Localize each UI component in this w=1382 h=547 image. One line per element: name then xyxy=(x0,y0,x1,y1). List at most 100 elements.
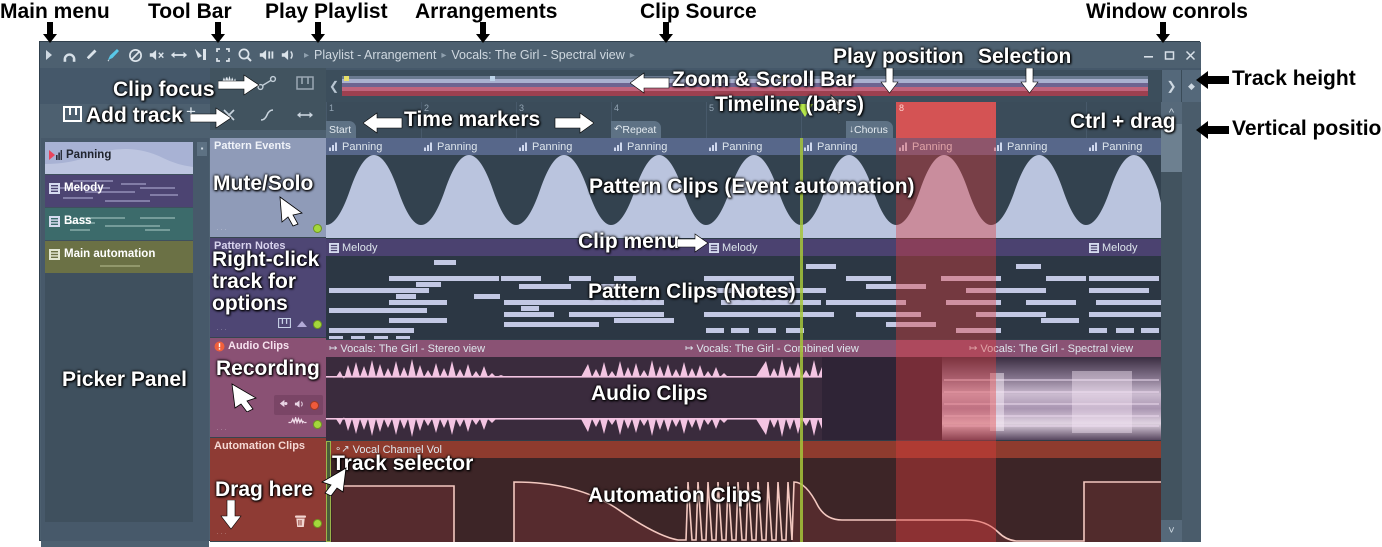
breadcrumb-clip-source[interactable]: Vocals: The Girl - Spectral view xyxy=(451,48,624,62)
breadcrumb-arrangement[interactable]: Playlist - Arrangement xyxy=(314,48,436,62)
track-header-audio-clips[interactable]: Audio Clips ··· xyxy=(210,338,326,438)
clip-header[interactable]: ↦ Vocals: The Girl - Spectral view xyxy=(966,340,1161,357)
track-grip-dots: ··· xyxy=(216,424,228,434)
picker-item-melody[interactable]: Melody xyxy=(45,175,193,207)
clip-header[interactable]: Panning xyxy=(991,138,1086,155)
zoom-magnifier-icon[interactable] xyxy=(234,42,256,68)
mute-solo-led[interactable] xyxy=(313,519,322,528)
close-button[interactable] xyxy=(1180,42,1200,68)
clip-header[interactable]: ↦ Vocals: The Girl - Stereo view xyxy=(326,340,682,357)
picker-resize-handle[interactable]: ▪ xyxy=(197,142,207,156)
maximize-button[interactable] xyxy=(1159,42,1179,68)
clip-header[interactable]: Panning xyxy=(1086,138,1161,155)
mute-solo-led[interactable] xyxy=(313,319,322,329)
track-grip-dots: ··· xyxy=(216,528,228,538)
bar-number: 1 xyxy=(329,103,335,113)
clip-label: Panning xyxy=(722,140,763,153)
automation-bars-icon xyxy=(1089,142,1097,151)
annotation-window-controls: Window conrols xyxy=(1086,0,1248,23)
mute-solo-led[interactable] xyxy=(313,419,322,429)
clip-header[interactable]: Melody xyxy=(1086,239,1161,256)
selected-play-icon xyxy=(49,150,62,160)
clip-header[interactable]: Panning xyxy=(611,138,706,155)
clip-label: Melody xyxy=(722,241,758,254)
magnet-snap-icon[interactable] xyxy=(58,42,80,68)
time-marker-chorus[interactable]: ↓ Chorus xyxy=(846,121,893,138)
draw-pencil-icon[interactable] xyxy=(80,42,102,68)
resize-arrows-icon[interactable] xyxy=(286,100,324,130)
clip-header[interactable]: Panning xyxy=(706,138,801,155)
zoom-bar-right-buttons: ❯ ◆ xyxy=(1161,70,1201,102)
marker-label: Chorus xyxy=(854,123,888,136)
breadcrumb: ▸ Playlist - Arrangement ▸ Vocals: The G… xyxy=(304,48,635,62)
picker-add-button[interactable]: + xyxy=(41,541,209,547)
select-brackets-icon[interactable] xyxy=(212,42,234,68)
play-playlist-icon[interactable] xyxy=(278,42,300,68)
pattern-note-icon xyxy=(49,215,60,227)
paint-brush-icon[interactable] xyxy=(102,42,124,68)
annotation-time-markers: Time markers xyxy=(404,108,541,131)
crumb-sep-icon: ▸ xyxy=(441,49,447,61)
monitor-speaker-icon[interactable] xyxy=(294,396,305,414)
clip-label: Panning xyxy=(532,140,573,153)
time-marker-repeat[interactable]: ↶ Repeat xyxy=(611,121,662,138)
delete-slash-icon[interactable] xyxy=(124,42,146,68)
waveform-icon[interactable] xyxy=(210,68,248,98)
annotation-selection: Selection xyxy=(978,45,1072,68)
waveform-icon[interactable] xyxy=(288,415,307,433)
clip-header[interactable]: Panning xyxy=(896,138,991,155)
clip-header[interactable]: Panning xyxy=(326,138,421,155)
automation-bars-icon xyxy=(709,142,717,151)
lane-audio-clips[interactable]: ↦ Vocals: The Girl - Stereo view ↦ Vocals:… xyxy=(326,340,1161,440)
annotation-arrangements: Arrangements xyxy=(415,0,558,23)
pattern-note-icon xyxy=(1089,242,1099,253)
record-led[interactable] xyxy=(310,400,319,410)
annotation-audio-clips: Audio Clips xyxy=(591,382,708,405)
time-marker-start[interactable]: Start xyxy=(326,121,357,138)
annotation-rc-l2: track for xyxy=(212,270,297,293)
trash-icon[interactable] xyxy=(294,514,307,533)
clip-header[interactable]: ↦ Vocals: The Girl - Combined view xyxy=(682,340,966,357)
record-input-icon[interactable] xyxy=(278,396,289,414)
menu-arrow-icon[interactable] xyxy=(40,42,58,68)
close-x-icon[interactable] xyxy=(210,100,248,130)
minimize-button[interactable] xyxy=(1138,42,1158,68)
pattern-note-icon xyxy=(709,242,719,253)
annotation-automation-clips: Automation Clips xyxy=(588,484,762,507)
clip-label: Panning xyxy=(342,140,383,153)
link-node-icon[interactable] xyxy=(248,68,286,98)
selection-bar-number: 8 xyxy=(899,103,905,113)
slip-arrows-icon[interactable] xyxy=(168,42,190,68)
piano-roll-icon[interactable] xyxy=(286,68,324,98)
vertical-scrollbar-area: ^ ˅ xyxy=(1161,102,1201,542)
track-height-handle[interactable]: ◆ xyxy=(1181,70,1201,102)
timeline-selection[interactable] xyxy=(896,102,996,138)
scroll-down-icon[interactable]: ˅ xyxy=(1161,520,1182,542)
slope-line-icon[interactable] xyxy=(248,100,286,130)
track-grip-dots: ··· xyxy=(216,324,228,334)
playback-speaker-icon[interactable] xyxy=(256,42,278,68)
picker-item-label: Panning xyxy=(66,149,112,161)
collapse-up-icon[interactable] xyxy=(297,315,307,333)
clip-header[interactable]: Melody xyxy=(706,239,1086,256)
picker-item-panning[interactable]: Panning xyxy=(45,142,193,174)
scroll-left-icon[interactable]: ❮ xyxy=(326,70,342,102)
clip-header[interactable]: Panning xyxy=(801,138,896,155)
automation-bars-icon xyxy=(804,142,812,151)
annotation-zoom-scroll-bar: Zoom & Scroll Bar xyxy=(672,68,856,91)
annotation-clip-source: Clip Source xyxy=(640,0,757,23)
picker-item-main-automation[interactable]: Main automation xyxy=(45,241,193,273)
arrow-left-track-height xyxy=(1196,71,1229,89)
annotation-clip-menu: Clip menu xyxy=(578,230,680,253)
scroll-right-icon[interactable]: ❯ xyxy=(1161,70,1181,102)
annotation-add-track: Add track xyxy=(86,104,183,127)
picker-item-bass[interactable]: Bass xyxy=(45,208,193,240)
slice-knife-icon[interactable] xyxy=(190,42,212,68)
annotation-mute-solo: Mute/Solo xyxy=(213,172,314,195)
mute-solo-led[interactable] xyxy=(313,224,322,233)
clip-header[interactable]: Panning xyxy=(421,138,516,155)
mute-speaker-icon[interactable] xyxy=(146,42,168,68)
clip-header[interactable]: Panning xyxy=(516,138,611,155)
clip-label: Vocals: The Girl - Stereo view xyxy=(340,342,486,355)
piano-roll-icon[interactable] xyxy=(278,315,291,333)
